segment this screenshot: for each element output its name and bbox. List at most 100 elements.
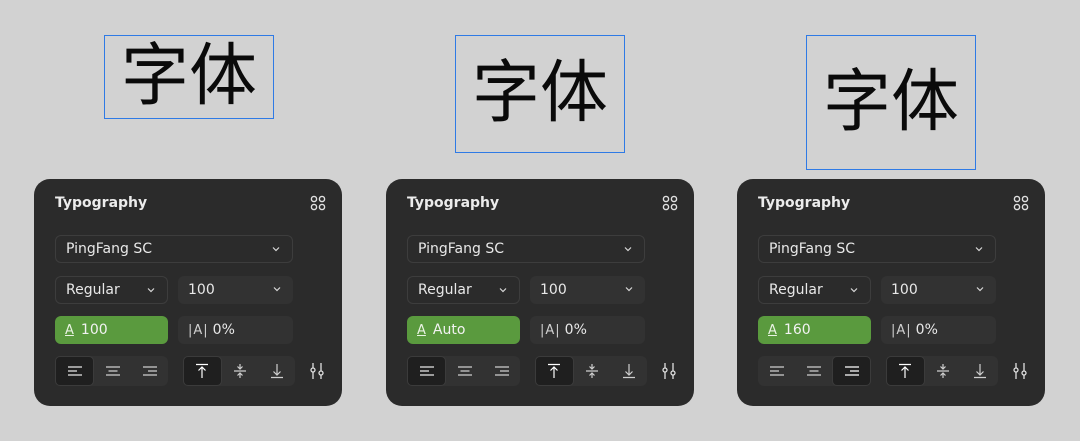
line-height-input[interactable]: A 160 [758,316,871,344]
font-family-value: PingFang SC [418,241,505,257]
more-options-icon[interactable] [662,195,678,211]
chevron-down-icon [147,288,155,293]
line-height-value: Auto [432,322,466,338]
font-weight-select[interactable]: Regular [407,276,520,304]
font-family-select[interactable]: PingFang SC [55,235,293,263]
line-height-input[interactable]: A 100 [55,316,168,344]
align-left-button[interactable] [758,356,795,386]
advanced-settings-icon[interactable] [1011,362,1029,380]
chevron-down-icon [624,247,632,252]
typography-variant-3: 字体 Typography PingFang SC Regular 100 A … [737,0,1047,441]
letter-spacing-value: 0% [915,322,938,338]
align-bottom-icon [270,364,283,379]
text-align-group [55,356,168,386]
font-size-select[interactable]: 100 [178,276,293,304]
font-weight-select[interactable]: Regular [758,276,871,304]
align-center-button[interactable] [94,356,131,386]
align-top-icon [548,363,561,378]
letter-spacing-icon: |A| [188,322,209,338]
chevron-down-icon [850,288,858,293]
line-height-value: 160 [783,322,811,338]
align-top-icon [196,363,209,378]
font-family-select[interactable]: PingFang SC [407,235,645,263]
line-height-icon: A [65,322,74,338]
align-bottom-button[interactable] [610,356,647,386]
panel-title: Typography [758,195,851,211]
font-weight-value: Regular [66,282,120,298]
font-weight-value: Regular [769,282,823,298]
align-right-button[interactable] [131,356,168,386]
align-bottom-icon [973,364,986,379]
line-height-input[interactable]: A Auto [407,316,520,344]
typography-variant-1: 字体 Typography PingFang SC Regular 100 A … [34,0,344,441]
align-middle-icon [586,364,598,378]
align-right-icon [142,366,157,376]
align-center-button[interactable] [795,356,832,386]
chevron-down-icon [976,287,984,292]
font-family-value: PingFang SC [66,241,153,257]
align-left-icon [769,366,784,376]
line-height-icon: A [417,322,426,338]
align-right-icon [844,366,859,376]
text-layer-sample[interactable]: 字体 [104,35,274,119]
align-right-button[interactable] [832,356,871,386]
font-family-select[interactable]: PingFang SC [758,235,996,263]
font-weight-select[interactable]: Regular [55,276,168,304]
align-middle-icon [937,364,949,378]
align-left-button[interactable] [407,356,446,386]
align-left-icon [67,366,82,376]
letter-spacing-icon: |A| [891,322,912,338]
letter-spacing-input[interactable]: |A| 0% [178,316,293,344]
advanced-settings-icon[interactable] [308,362,326,380]
vertical-align-group [886,356,998,386]
align-bottom-icon [622,364,635,379]
letter-spacing-value: 0% [212,322,235,338]
text-align-group [407,356,520,386]
panel-title: Typography [55,195,148,211]
more-options-icon[interactable] [310,195,326,211]
font-size-select[interactable]: 100 [881,276,996,304]
align-bottom-button[interactable] [961,356,998,386]
typography-variant-2: 字体 Typography PingFang SC Regular 100 A … [386,0,696,441]
panel-title: Typography [407,195,500,211]
font-size-select[interactable]: 100 [530,276,645,304]
text-align-group [758,356,871,386]
letter-spacing-value: 0% [564,322,587,338]
chevron-down-icon [499,288,507,293]
text-layer-sample[interactable]: 字体 [806,35,976,170]
letter-spacing-input[interactable]: |A| 0% [881,316,996,344]
advanced-settings-icon[interactable] [660,362,678,380]
align-right-button[interactable] [483,356,520,386]
typography-panel: Typography PingFang SC Regular 100 A 160… [737,179,1045,406]
align-left-icon [419,366,434,376]
font-size-value: 100 [540,282,567,298]
align-middle-button[interactable] [925,356,962,386]
line-height-value: 100 [80,322,108,338]
align-middle-icon [234,364,246,378]
align-center-icon [806,366,821,376]
vertical-align-group [535,356,647,386]
align-center-icon [457,366,472,376]
line-height-icon: A [768,322,777,338]
font-family-value: PingFang SC [769,241,856,257]
more-options-icon[interactable] [1013,195,1029,211]
chevron-down-icon [272,247,280,252]
align-center-button[interactable] [446,356,483,386]
align-middle-button[interactable] [574,356,611,386]
chevron-down-icon [625,287,633,292]
font-weight-value: Regular [418,282,472,298]
align-top-button[interactable] [183,356,222,386]
letter-spacing-input[interactable]: |A| 0% [530,316,645,344]
text-layer-sample[interactable]: 字体 [455,35,625,153]
font-size-value: 100 [891,282,918,298]
align-top-button[interactable] [886,356,925,386]
align-center-icon [105,366,120,376]
align-left-button[interactable] [55,356,94,386]
vertical-align-group [183,356,295,386]
chevron-down-icon [273,287,281,292]
align-top-button[interactable] [535,356,574,386]
typography-panel: Typography PingFang SC Regular 100 A Aut… [386,179,694,406]
align-middle-button[interactable] [222,356,259,386]
font-size-value: 100 [188,282,215,298]
align-bottom-button[interactable] [258,356,295,386]
